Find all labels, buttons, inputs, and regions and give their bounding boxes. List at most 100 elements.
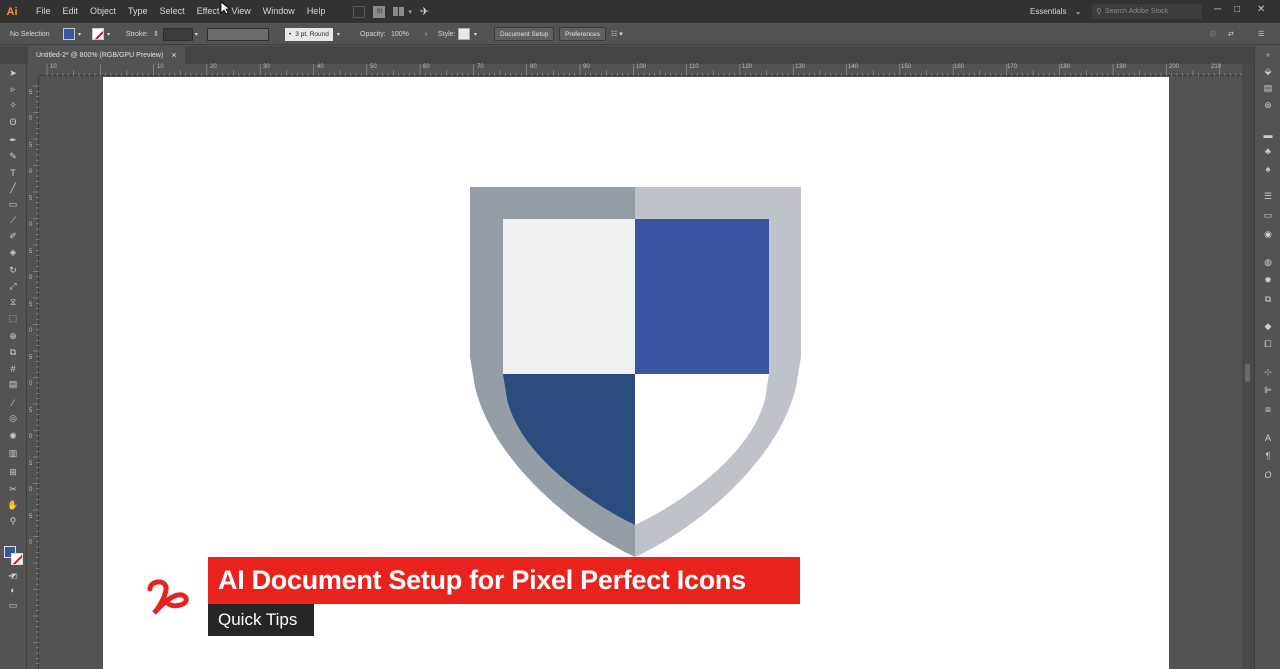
lasso-tool-icon[interactable]: ʘ [7,116,19,127]
slice-tool-icon[interactable]: ✂ [7,484,19,495]
panel-menu-icon[interactable]: ⇄ [1228,27,1234,41]
ruler-label: 0 [29,275,33,281]
scrollbar-thumb[interactable] [1245,364,1250,382]
shield-quadrant-top-left[interactable] [503,219,635,374]
zoom-tool-icon[interactable]: ⚲ [7,516,19,527]
brush-definition[interactable]: • 3 pt. Round ▾ [285,27,340,41]
curvature-tool-icon[interactable]: ✎ [7,151,19,162]
chevron-right-icon[interactable]: › [425,27,427,41]
stroke-weight-stepper[interactable]: ⇕ ▾ [153,27,198,41]
gradient-tool-icon[interactable]: ▤ [7,379,19,390]
transform-panel-icon[interactable]: ⊹ [1262,367,1274,378]
menu-edit[interactable]: Edit [57,0,85,23]
ruler-label: 120 [742,64,753,70]
stock-icon[interactable]: St [373,5,386,18]
vertical-ruler[interactable]: 5 0 5 0 5 0 5 0 5 0 5 0 5 0 5 0 5 0 [27,76,39,669]
ruler-label: 210 [1211,64,1222,70]
transparency-icon[interactable]: ◉ [1262,229,1274,240]
menu-select[interactable]: Select [154,0,191,23]
type-tool-icon[interactable]: T [7,167,19,178]
preferences-button[interactable]: Preferences [559,27,607,41]
search-stock-field[interactable]: ⚲ Search Adobe Stock [1092,4,1202,19]
horizontal-ruler[interactable]: 10 10 20 30 40 50 60 70 80 90 100 110 12… [39,64,1242,76]
maximize-button[interactable]: □ [1234,0,1240,20]
vertical-scrollbar[interactable] [1242,64,1254,669]
fill-stroke-widget[interactable] [4,546,24,566]
properties-icon[interactable]: ▤ [1262,83,1274,94]
learn-icon[interactable]: ⊛ [1262,100,1274,111]
variable-width-profile[interactable] [207,27,269,41]
minimize-button[interactable]: ─ [1214,0,1221,20]
arrange-documents-icon[interactable]: ▾ [393,7,412,16]
screen-mode-icon[interactable]: ▭ [7,600,19,611]
magic-wand-tool-icon[interactable]: ✧ [7,100,19,111]
scale-tool-icon[interactable]: ⤢ [7,281,19,292]
tab-untitled-2[interactable]: Untitled-2* @ 800% (RGB/GPU Preview) × [28,46,185,64]
align-panel-icon[interactable]: ⊫ [1262,385,1274,396]
fill-swatch[interactable]: ▾ [63,27,81,41]
character-icon[interactable]: A [1262,432,1274,443]
menu-window[interactable]: Window [257,0,301,23]
menu-view[interactable]: View [225,0,256,23]
document-setup-button[interactable]: Document Setup [494,27,555,41]
appearance-icon[interactable]: ◍ [1262,257,1274,268]
bridge-icon[interactable] [353,5,366,18]
opacity-value[interactable]: 100% [391,27,409,41]
menu-file[interactable]: File [30,0,57,23]
control-menu-icon[interactable]: ☰ [1258,27,1264,41]
style-swatch[interactable]: ▾ [458,27,477,41]
gpu-performance-icon[interactable]: ✈ [420,5,429,18]
arrange-icon[interactable]: ☷ ▾ [611,27,623,41]
paintbrush-tool-icon[interactable]: ⟋ [7,215,19,226]
graphic-styles-icon[interactable]: ✹ [1262,275,1274,286]
tab-close-icon[interactable]: × [171,50,176,60]
pathfinder-icon[interactable]: ⧈ [1262,404,1274,415]
free-transform-tool-icon[interactable]: ⬚ [7,313,19,324]
menu-type[interactable]: Type [122,0,154,23]
close-button[interactable]: ✕ [1257,0,1265,20]
brushes-icon[interactable]: ♣ [1262,145,1274,156]
shaper-tool-icon[interactable]: ✐ [7,231,19,242]
layers-icon[interactable]: ◆ [1262,321,1274,332]
column-graph-tool-icon[interactable]: ▥ [7,448,19,459]
artboard-tool-icon[interactable]: ⊞ [7,467,19,478]
symbols-icon[interactable]: ♠ [1262,163,1274,174]
ruler-label: 0 [29,487,33,493]
transform-icon[interactable]: ▬ [1262,129,1274,140]
ruler-label: 5 [29,461,33,467]
eraser-tool-icon[interactable]: ◈ [7,247,19,258]
line-tool-icon[interactable]: ╱ [7,183,19,194]
workspace-label: Essentials [1030,7,1067,16]
collapse-panels-icon[interactable]: » [1262,50,1274,61]
align-icon[interactable]: ⊟ [1210,27,1216,41]
stroke-panel-icon[interactable]: ☰ [1262,191,1274,202]
direct-selection-tool-icon[interactable]: ▹ [7,84,19,95]
drawing-modes-icon[interactable]: ◐ [7,584,19,595]
selection-tool-icon[interactable]: ➤ [7,68,19,79]
width-tool-icon[interactable]: ⧖ [7,297,19,308]
opentype-icon[interactable]: O [1262,469,1274,480]
stroke-color-box[interactable] [11,553,23,565]
shield-quadrant-top-right[interactable] [635,219,769,374]
symbol-sprayer-tool-icon[interactable]: ✺ [7,431,19,442]
menu-object[interactable]: Object [84,0,122,23]
ruler-label: 200 [1169,64,1180,70]
hand-tool-icon[interactable]: ✋ [7,500,19,511]
image-trace-icon[interactable]: ⧉ [1262,294,1274,305]
artboards-icon[interactable]: ⧠ [1262,339,1274,350]
eyedropper-tool-icon[interactable]: ⁄ [7,397,19,408]
rectangle-tool-icon[interactable]: ▭ [7,199,19,210]
perspective-grid-tool-icon[interactable]: ⧉ [7,347,19,358]
pen-tool-icon[interactable]: ✒ [7,135,19,146]
paragraph-icon[interactable]: ¶ [1262,450,1274,461]
cc-libraries-icon[interactable]: ⬙ [1262,66,1274,77]
rotate-tool-icon[interactable]: ↻ [7,265,19,276]
mesh-tool-icon[interactable]: # [7,363,19,374]
shape-builder-tool-icon[interactable]: ⊕ [7,331,19,342]
stroke-swatch[interactable]: ▾ [92,27,110,41]
blend-tool-icon[interactable]: ◎ [7,413,19,424]
menu-help[interactable]: Help [301,0,332,23]
color-mode-icons[interactable]: ▪◩ [7,570,19,581]
gradient-panel-icon[interactable]: ▭ [1262,210,1274,221]
workspace-switcher[interactable]: Essentials ⌄ [1030,0,1081,23]
